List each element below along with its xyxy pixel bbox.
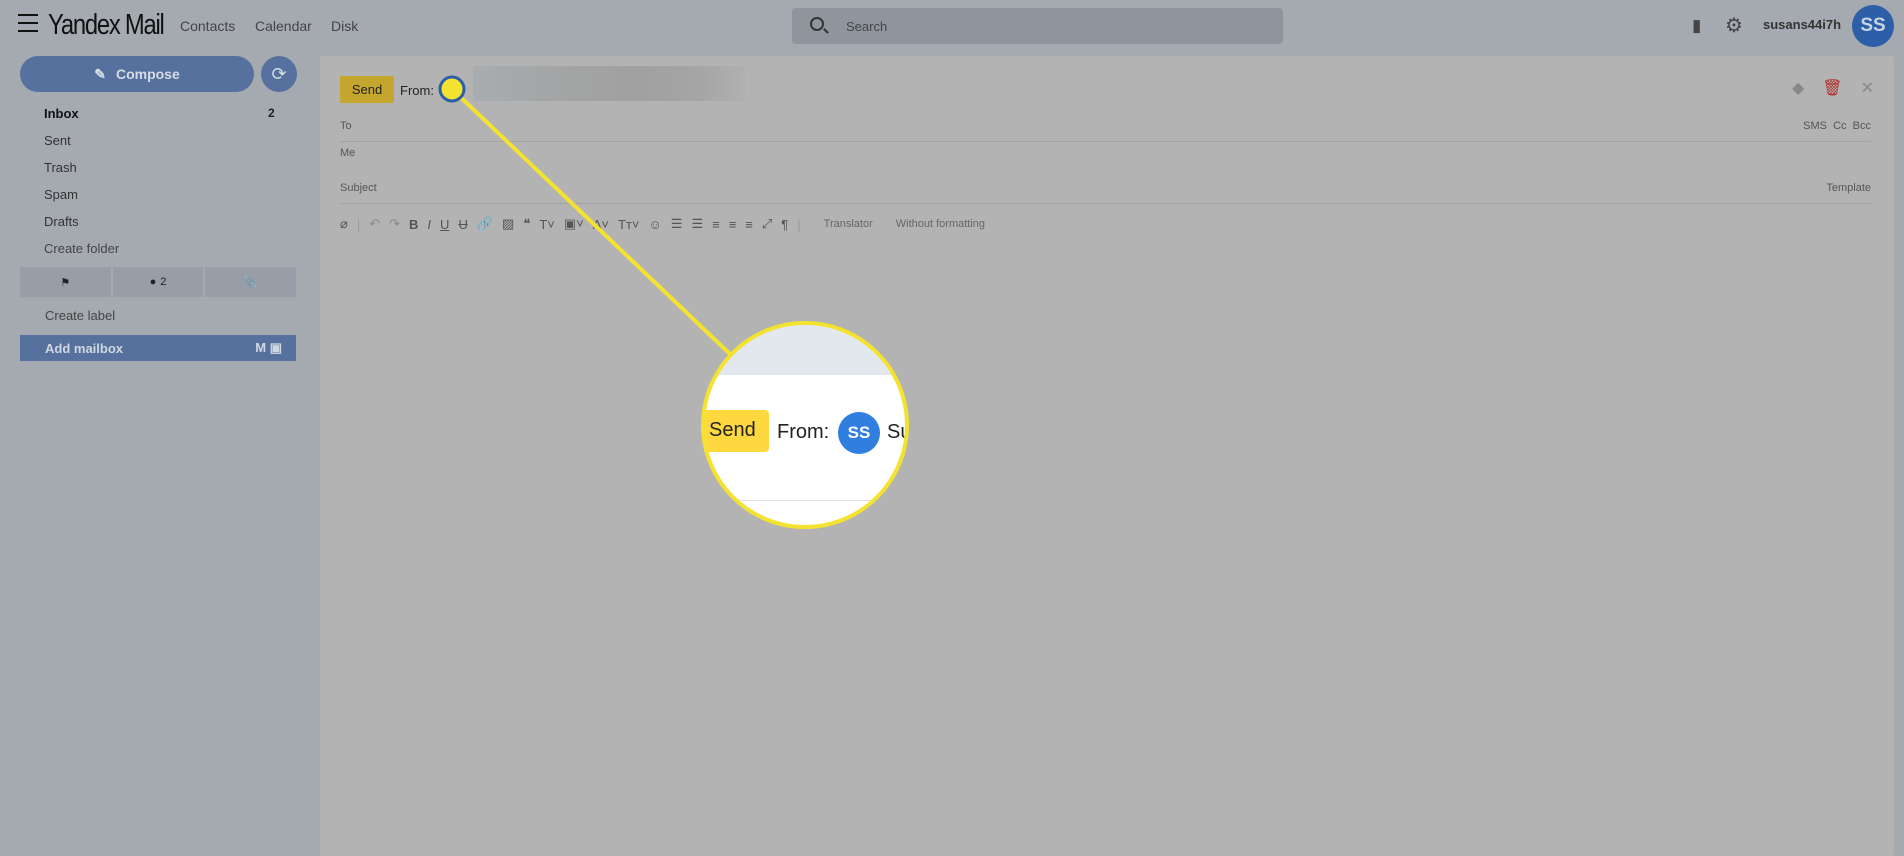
magnified-avatar: SS bbox=[838, 412, 880, 454]
callout-line bbox=[450, 87, 732, 356]
magnifier-callout: Send From: SS Su bbox=[701, 321, 909, 529]
magnified-from-label: From: bbox=[777, 421, 830, 443]
magnified-send-button: Send bbox=[705, 410, 769, 452]
magnified-name: Su bbox=[887, 421, 905, 443]
callout-overlay bbox=[438, 75, 732, 356]
callout-dot bbox=[438, 75, 466, 103]
